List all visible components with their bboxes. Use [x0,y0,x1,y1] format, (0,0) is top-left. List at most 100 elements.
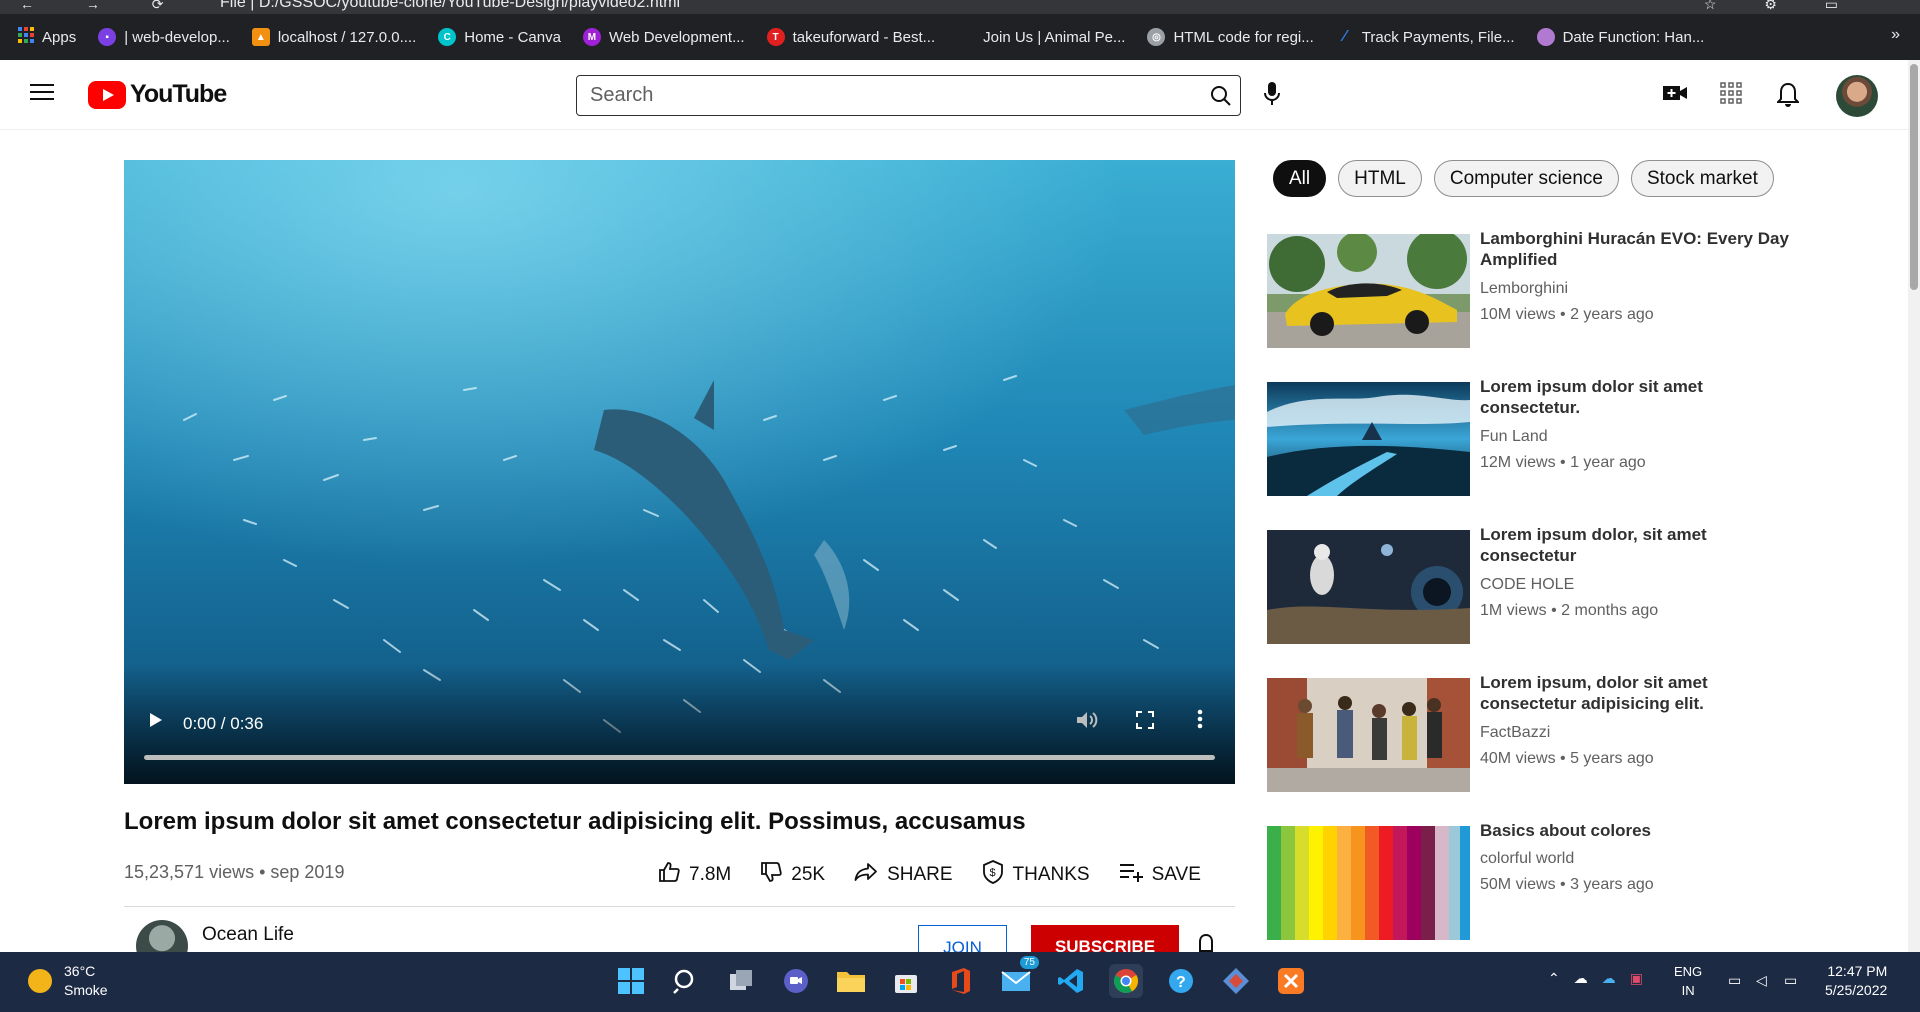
video-player[interactable]: 0:00 / 0:36 [124,160,1235,784]
save-button[interactable]: SAVE [1119,862,1201,888]
bookmark-apps[interactable]: Apps [18,27,76,47]
player-controls: 0:00 / 0:36 [124,664,1235,784]
volume-icon[interactable] [1076,711,1098,734]
bookmark-label: Date Function: Han... [1562,28,1705,46]
system-tray: ⌃ ☁ ☁ ▣ [1548,970,1643,987]
microsoft-store-icon[interactable] [889,964,923,998]
lang-primary: ENG [1674,964,1703,979]
notifications-bell-icon[interactable] [1775,82,1801,113]
chip-html[interactable]: HTML [1338,160,1422,197]
chip-all[interactable]: All [1273,160,1327,197]
search-icon[interactable] [1210,85,1232,112]
teams-chat-icon[interactable] [779,964,813,998]
apps-icon[interactable] [1720,82,1742,109]
mail-badge: 75 [1019,956,1039,969]
chrome-icon[interactable] [1109,964,1143,998]
network-icon[interactable]: ▭ [1728,972,1741,989]
suggestion-channel: Fun Land [1480,428,1548,445]
chip-computer-science[interactable]: Computer science [1433,160,1619,197]
scrollbar-thumb[interactable] [1910,64,1918,290]
microphone-icon[interactable] [1264,82,1280,111]
progress-bar[interactable] [144,755,1215,760]
language-indicator[interactable]: ENG IN [1674,962,1702,1000]
bookmark-canva[interactable]: C Home - Canva [438,28,561,46]
system-clock[interactable]: 12:47 PM 5/25/2022 [1825,962,1887,1000]
create-video-icon[interactable] [1662,82,1688,109]
windows-start-icon[interactable] [614,964,648,998]
youtube-logo[interactable]: YouTube [88,80,227,109]
page-scrollbar[interactable] [1908,60,1920,952]
bookmark-web-development[interactable]: M Web Development... [582,28,745,46]
bookmark-takeuforward[interactable]: T takeuforward - Best... [766,28,936,46]
suggestion-views: 12M views • 1 year ago [1480,454,1646,471]
apps-grid-icon [18,27,34,47]
suggestion-item[interactable]: Lamborghini Huracán EVO: Every Day Ampli… [1267,229,1827,350]
dislike-button[interactable]: 25K [760,861,825,889]
more-options-icon[interactable] [1197,709,1203,734]
battery-icon[interactable]: ▭ [1784,972,1797,989]
channel-name[interactable]: Ocean Life [202,924,294,946]
like-button[interactable]: 7.8M [658,861,731,889]
dislikes-count: 25K [791,864,826,885]
xampp-icon[interactable] [1274,964,1308,998]
tray-chevron-up-icon[interactable]: ⌃ [1548,970,1560,987]
search-input[interactable] [577,76,1177,114]
suggestion-channel: FactBazzi [1480,724,1551,741]
weather-temp: 36°C [64,963,96,979]
suggestion-item[interactable]: Lorem ipsum dolor sit amet consectetur. … [1267,377,1827,498]
browser-nav-icons[interactable]: ← → ⟳ [20,0,188,13]
bookmark-307-icon: ▪ [98,28,117,46]
svg-text:?: ? [1176,974,1186,991]
bookmark-date-function[interactable]: Date Function: Han... [1536,28,1705,46]
tuf-icon: T [766,28,785,46]
clock-time: 12:47 PM [1827,963,1888,979]
onedrive-icon[interactable]: ☁ [1574,970,1588,987]
share-icon [854,862,878,888]
office-icon[interactable] [944,964,978,998]
weather-widget[interactable]: 36°C Smoke [28,962,108,1000]
suggestion-title: Basics about colores [1480,821,1652,840]
bookmark-join-us[interactable]: Join Us | Animal Pe... [957,28,1125,46]
bookmark-label: Home - Canva [464,28,561,46]
suggestion-views: 50M views • 3 years ago [1480,876,1654,893]
video-title: Lorem ipsum dolor sit amet consectetur a… [124,808,1026,835]
thanks-button[interactable]: $ THANKS [982,860,1090,890]
chip-stock-market[interactable]: Stock market [1630,160,1774,197]
user-avatar[interactable] [1836,75,1878,117]
git-icon[interactable] [1219,964,1253,998]
play-icon[interactable] [148,711,164,734]
share-button[interactable]: SHARE [854,862,953,888]
bookmarks-more-button[interactable]: » [1891,26,1900,44]
help-icon[interactable]: ? [1164,964,1198,998]
speaker-icon[interactable]: ◁ [1756,972,1767,989]
globe-icon: ◎ [1147,28,1166,46]
browser-toolbar-icons[interactable]: ☆ ⚙ ▭ [1704,0,1860,13]
phpmyadmin-icon: ▲ [251,28,270,46]
bookmark-label: Web Development... [608,28,745,46]
youtube-play-icon [88,80,126,109]
bookmark-track-payments[interactable]: ⁄ Track Payments, File... [1336,28,1514,46]
suggestion-views: 40M views • 5 years ago [1480,750,1654,767]
search-box [576,75,1241,116]
mail-icon[interactable]: 75 [999,956,1039,998]
suggestion-item[interactable]: Lorem ipsum dolor, sit amet consectetur … [1267,525,1827,646]
menu-icon[interactable] [30,84,54,102]
likes-count: 7.8M [689,864,732,885]
file-explorer-icon[interactable] [834,964,868,998]
bookmark-localhost[interactable]: ▲ localhost / 127.0.0.... [251,28,416,46]
bookmark-label: takeuforward - Best... [792,28,936,46]
super-thanks-icon: $ [982,860,1004,890]
task-view-icon[interactable] [724,964,758,998]
address-url[interactable]: File | D:/GSSOC/youtube-clone/YouTube-De… [220,0,680,12]
search-taskbar-icon[interactable] [669,964,703,998]
bookmark-html-code[interactable]: ◎ HTML code for regi... [1147,28,1314,46]
vscode-icon[interactable] [1054,964,1088,998]
clock-date: 5/25/2022 [1825,982,1888,998]
suggestion-item[interactable]: Basics about colores colorful world 50M … [1267,821,1827,942]
cloud-icon[interactable]: ☁ [1602,970,1616,987]
fullscreen-icon[interactable] [1136,711,1154,734]
suggestion-item[interactable]: Lorem ipsum, dolor sit amet consectetur … [1267,673,1827,794]
bookmark-label: Apps [42,28,77,46]
bookmark-web-develop[interactable]: ▪ | web-develop... [98,28,230,46]
tray-app-icon[interactable]: ▣ [1630,970,1643,987]
